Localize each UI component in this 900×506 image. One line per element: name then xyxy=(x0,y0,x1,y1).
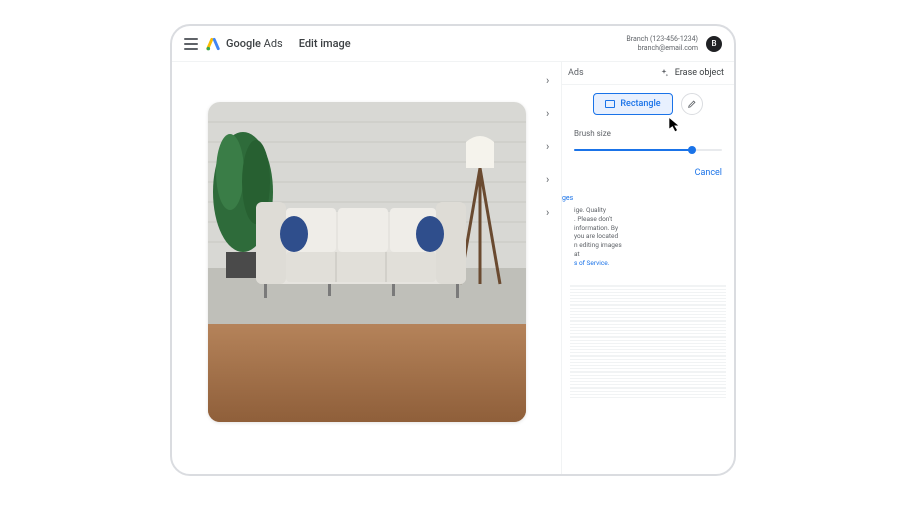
disclaimer-text: ige. Quality . Please don't information.… xyxy=(562,206,734,267)
chevron-right-icon: › xyxy=(546,173,566,186)
page-title: Edit image xyxy=(299,37,351,50)
chevron-right-icon: › xyxy=(546,107,566,120)
cancel-button[interactable]: Cancel xyxy=(695,168,722,178)
chevron-right-icon: › xyxy=(546,140,566,153)
sparkle-icon xyxy=(659,68,669,78)
erase-object-panel: › › › › › Ads Erase object xyxy=(561,62,734,474)
brush-tool-button[interactable] xyxy=(681,93,703,115)
brush-size-slider[interactable] xyxy=(574,144,722,156)
avatar[interactable]: B xyxy=(706,36,722,52)
rectangle-tool-label: Rectangle xyxy=(620,99,660,109)
panel-header: Ads Erase object xyxy=(562,62,734,85)
google-ads-logo-icon xyxy=(206,37,220,51)
account-info: Branch (123-456-1234) branch@email.com xyxy=(626,35,698,52)
account-name: Branch (123-456-1234) xyxy=(626,35,698,43)
slider-thumb[interactable] xyxy=(688,146,696,154)
tool-selector: Rectangle xyxy=(562,85,734,123)
brush-size-label: Brush size xyxy=(574,129,722,138)
rectangle-tool-button[interactable]: Rectangle xyxy=(593,93,672,115)
device-frame: Google Ads Edit image Branch (123-456-12… xyxy=(170,24,736,476)
small-link[interactable]: ges xyxy=(562,188,734,206)
account-email: branch@email.com xyxy=(626,44,698,52)
chevron-right-icon: › xyxy=(546,74,566,87)
chevron-right-icon: › xyxy=(546,206,566,219)
brand-regular: Ads xyxy=(264,37,283,50)
brush-size-control: Brush size xyxy=(562,123,734,158)
editing-image[interactable] xyxy=(208,102,526,422)
menu-icon[interactable] xyxy=(184,38,198,50)
terms-of-service-link[interactable]: s of Service. xyxy=(574,259,609,267)
background-placeholder-lines xyxy=(562,285,734,398)
brand-bold: Google xyxy=(226,37,261,50)
app-header: Google Ads Edit image Branch (123-456-12… xyxy=(172,26,734,62)
brand-text: Google Ads xyxy=(226,37,283,50)
cursor-icon xyxy=(668,116,682,134)
panel-back-label[interactable]: Ads xyxy=(568,68,584,78)
canvas-area xyxy=(172,62,561,474)
brush-icon xyxy=(687,99,697,109)
rectangle-icon xyxy=(605,100,615,108)
background-list-chevrons: › › › › › xyxy=(546,74,566,219)
panel-title: Erase object xyxy=(675,68,724,78)
